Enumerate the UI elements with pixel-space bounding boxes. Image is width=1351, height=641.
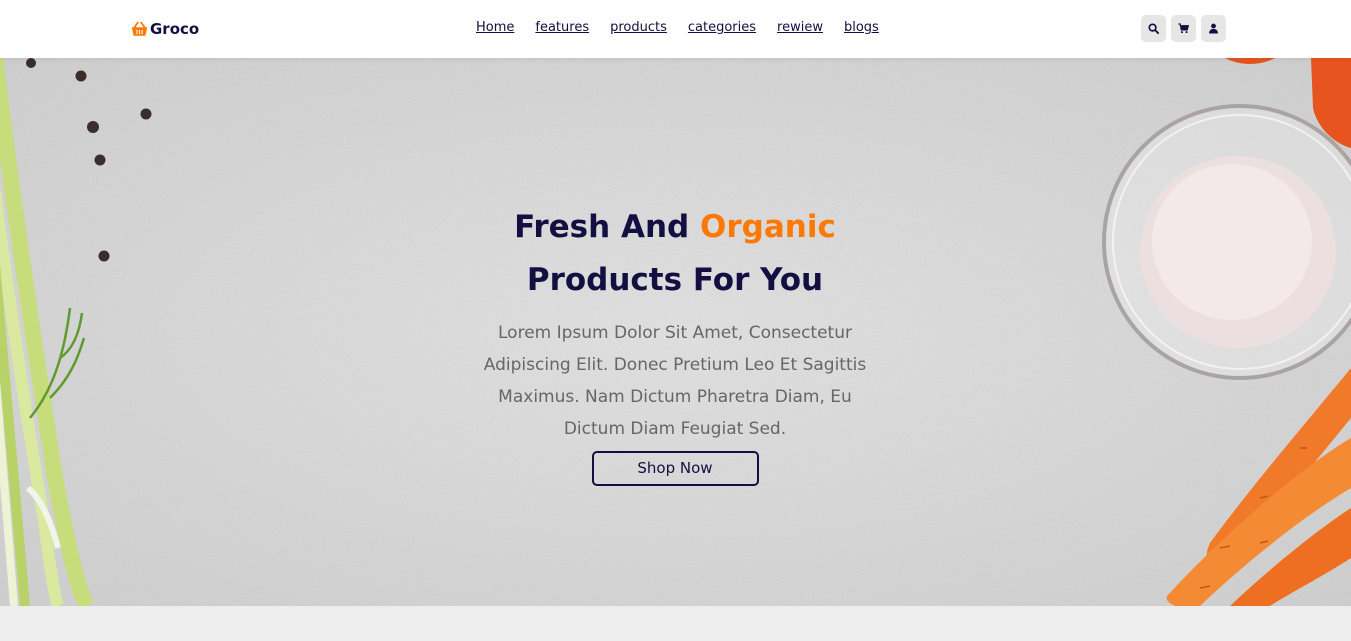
nav-review[interactable]: rewiew (777, 20, 823, 35)
main-nav: Home features products categories rewiew… (476, 20, 879, 35)
site-header: Groco Home features products categories … (0, 0, 1351, 58)
nav-home[interactable]: Home (476, 20, 514, 35)
next-section-band (0, 606, 1351, 641)
nav-blogs[interactable]: blogs (844, 20, 879, 35)
hero-title-part2: Products For You (526, 262, 824, 298)
user-icon (1209, 23, 1218, 34)
basket-icon (131, 21, 148, 36)
cart-icon (1178, 23, 1189, 34)
hero-description: Lorem Ipsum Dolor Sit Amet, Consectetur … (483, 323, 867, 439)
nav-products[interactable]: products (610, 20, 667, 35)
nav-features[interactable]: features (535, 20, 589, 35)
carrots-image (1166, 368, 1351, 606)
hero-content: Fresh And Organic Products For You Lorem… (475, 201, 875, 486)
logo[interactable]: Groco (131, 18, 199, 40)
peppercorns-image (26, 58, 152, 262)
hero-title-accent: Organic (700, 209, 836, 245)
header-icons (1141, 15, 1226, 42)
hero-section: Fresh And Organic Products For You Lorem… (0, 58, 1351, 606)
hero-title: Fresh And Organic Products For You (475, 201, 875, 307)
user-button[interactable] (1201, 15, 1226, 42)
search-icon (1148, 23, 1159, 34)
nav-categories[interactable]: categories (688, 20, 756, 35)
tomato-image (1225, 58, 1351, 148)
logo-text: Groco (150, 20, 200, 38)
hero-title-part1: Fresh And (514, 209, 690, 245)
shop-now-button[interactable]: Shop Now (591, 451, 759, 486)
cart-button[interactable] (1171, 15, 1196, 42)
search-button[interactable] (1141, 15, 1166, 42)
